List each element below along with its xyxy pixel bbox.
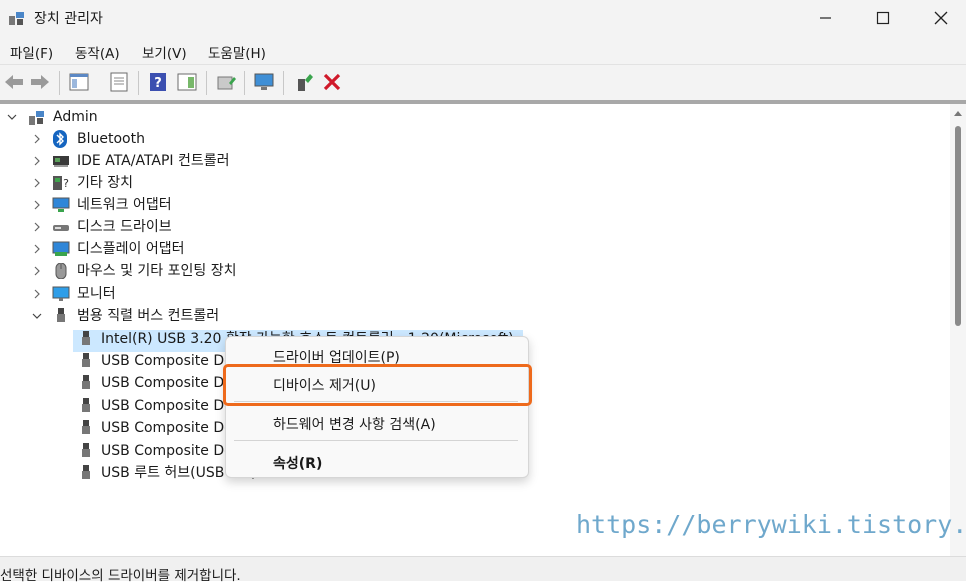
tree-category-label: 기타 장치 bbox=[77, 175, 133, 191]
show-hide-console-tree-icon[interactable] bbox=[68, 71, 90, 93]
maximize-button[interactable] bbox=[854, 0, 912, 36]
disk-drive-icon bbox=[53, 225, 69, 231]
chevron-right-icon[interactable] bbox=[31, 216, 43, 238]
context-item-scan-hardware[interactable]: 하드웨어 변경 사항 검색(A) bbox=[273, 414, 436, 434]
svg-text:?: ? bbox=[154, 76, 162, 91]
menu-bar: 파일(F) 동작(A) 보기(V) 도움말(H) bbox=[0, 36, 966, 64]
tree-category-label: 범용 직렬 버스 컨트롤러 bbox=[77, 308, 220, 324]
tree-category-label: 마우스 및 기타 포인팅 장치 bbox=[77, 263, 237, 279]
tree-category-label: Bluetooth bbox=[77, 131, 145, 147]
menu-action[interactable]: 동작(A) bbox=[75, 42, 120, 62]
watermark-url: https://berrywiki.tistory.com bbox=[576, 510, 966, 539]
tree-category-label: IDE ATA/ATAPI 컨트롤러 bbox=[77, 153, 230, 169]
device-tree: Admin Bluetooth IDE ATA/ATAPI 컨트롤러 ? 기타 … bbox=[0, 104, 950, 556]
monitor-icon bbox=[52, 286, 70, 301]
chevron-right-icon[interactable] bbox=[31, 150, 43, 172]
usb-device-icon bbox=[82, 443, 90, 457]
display-adapter-icon bbox=[52, 241, 70, 256]
toolbar-separator bbox=[206, 71, 207, 95]
context-menu: 드라이버 업데이트(P) 디바이스 제거(U) 하드웨어 변경 사항 검색(A)… bbox=[225, 336, 529, 478]
properties-sheet-icon[interactable] bbox=[108, 71, 130, 93]
toolbar-separator bbox=[283, 71, 284, 95]
tree-category-label: 디스플레이 어댑터 bbox=[77, 241, 185, 257]
minimize-button[interactable] bbox=[796, 0, 854, 36]
toolbar: ? bbox=[0, 64, 966, 101]
chevron-right-icon[interactable] bbox=[31, 172, 43, 194]
usb-device-icon bbox=[82, 465, 90, 479]
status-text: 선택한 디바이스의 드라이버를 제거합니다. bbox=[0, 568, 241, 584]
usb-device-icon bbox=[82, 353, 90, 367]
chevron-down-icon[interactable] bbox=[31, 305, 43, 327]
menu-help[interactable]: 도움말(H) bbox=[208, 42, 266, 62]
usb-device-icon bbox=[82, 420, 90, 434]
computer-icon bbox=[29, 111, 44, 125]
maximize-icon bbox=[876, 11, 890, 25]
window-title: 장치 관리자 bbox=[34, 11, 103, 27]
chevron-right-icon[interactable] bbox=[31, 283, 43, 305]
scrollbar-thumb[interactable] bbox=[955, 126, 961, 326]
minimize-icon bbox=[820, 17, 831, 19]
scroll-up-arrow-icon[interactable] bbox=[954, 110, 962, 116]
usb-icon bbox=[57, 308, 65, 322]
context-item-properties[interactable]: 속성(R) bbox=[273, 453, 322, 473]
tree-category-label: 네트워크 어댑터 bbox=[77, 197, 172, 213]
other-device-icon: ? bbox=[53, 176, 69, 190]
enable-device-icon[interactable] bbox=[293, 71, 315, 93]
chevron-right-icon[interactable] bbox=[31, 260, 43, 282]
close-icon bbox=[934, 11, 948, 25]
action-pane-icon[interactable] bbox=[176, 71, 198, 93]
toolbar-separator bbox=[244, 71, 245, 95]
toolbar-separator bbox=[138, 71, 139, 95]
usb-device-icon bbox=[82, 331, 90, 345]
status-bar: 선택한 디바이스의 드라이버를 제거합니다. bbox=[0, 556, 966, 584]
vertical-scrollbar[interactable] bbox=[950, 104, 966, 556]
network-adapter-icon bbox=[52, 197, 70, 212]
mouse-icon bbox=[55, 263, 67, 279]
usb-device-icon bbox=[82, 398, 90, 412]
title-bar: 장치 관리자 bbox=[0, 0, 966, 36]
menu-file[interactable]: 파일(F) bbox=[10, 42, 53, 62]
tree-category-label: 디스크 드라이브 bbox=[77, 219, 172, 235]
uninstall-device-icon[interactable] bbox=[321, 71, 343, 93]
chevron-down-icon[interactable] bbox=[6, 106, 18, 128]
tree-category-label: 모니터 bbox=[77, 286, 116, 302]
highlight-annotation-box bbox=[223, 364, 532, 406]
svg-text:?: ? bbox=[63, 177, 69, 190]
chevron-right-icon[interactable] bbox=[31, 128, 43, 150]
bluetooth-icon bbox=[53, 130, 67, 148]
context-menu-separator bbox=[234, 440, 518, 441]
toolbar-separator bbox=[59, 71, 60, 95]
update-driver-icon[interactable] bbox=[215, 71, 237, 93]
device-manager-app-icon bbox=[9, 12, 24, 25]
chevron-right-icon[interactable] bbox=[31, 238, 43, 260]
scan-hardware-changes-icon[interactable] bbox=[253, 71, 275, 93]
forward-arrow-icon[interactable] bbox=[29, 71, 51, 93]
close-button[interactable] bbox=[912, 0, 966, 36]
tree-root-label: Admin bbox=[53, 109, 98, 125]
help-icon[interactable]: ? bbox=[147, 71, 169, 93]
back-arrow-icon[interactable] bbox=[3, 71, 25, 93]
menu-view[interactable]: 보기(V) bbox=[142, 42, 187, 62]
usb-device-icon bbox=[82, 375, 90, 389]
ide-controller-icon bbox=[53, 156, 69, 167]
chevron-right-icon[interactable] bbox=[31, 194, 43, 216]
